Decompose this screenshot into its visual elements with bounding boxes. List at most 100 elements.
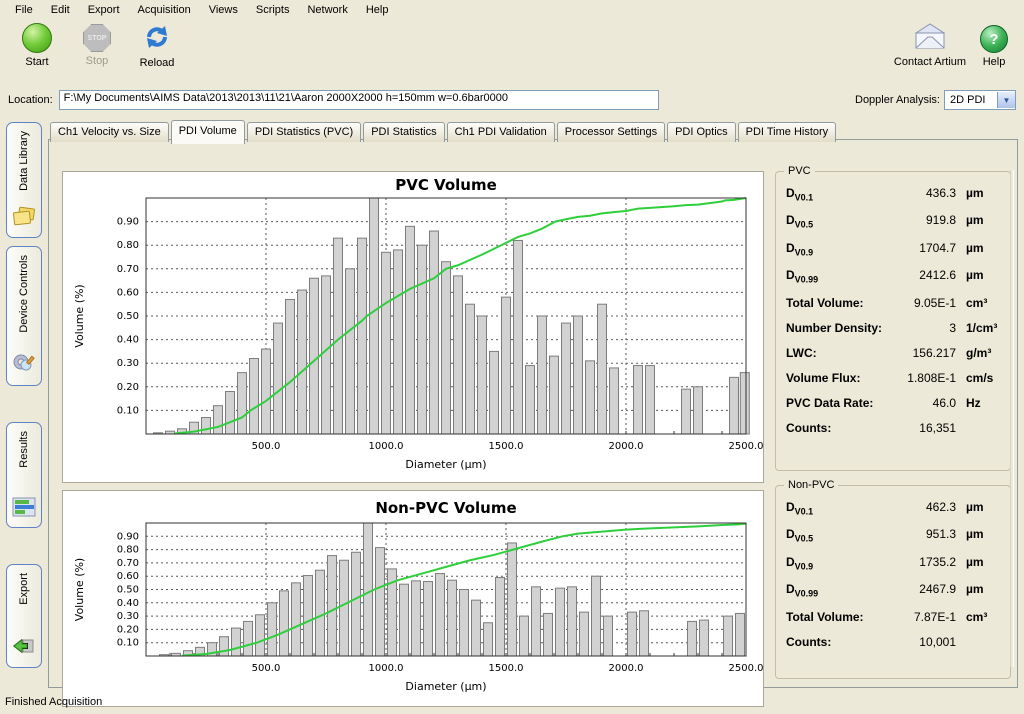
pvc-stat-unit: g/m³ (956, 346, 1000, 360)
tab-pdi-optics[interactable]: PDI Optics (667, 122, 736, 142)
svg-text:0.20: 0.20 (117, 382, 139, 393)
tab-bar: Ch1 Velocity vs. SizePDI VolumePDI Stati… (50, 120, 838, 140)
non-pvc-stat-label: DV0.99 (786, 582, 884, 598)
location-label: Location: (8, 94, 53, 106)
svg-text:500.0: 500.0 (252, 663, 281, 674)
chart-svg: 0.100.200.300.400.500.600.700.800.90500.… (63, 172, 763, 479)
start-button-label: Start (25, 56, 48, 68)
sidebar-item-label: Device Controls (18, 255, 30, 333)
svg-text:1500.0: 1500.0 (489, 441, 524, 452)
pvc-stat-unit: cm/s (956, 371, 1000, 385)
pvc-stat-label: Number Density: (786, 321, 884, 335)
svg-text:Diameter (µm): Diameter (µm) (405, 680, 486, 693)
svg-text:0.70: 0.70 (117, 264, 139, 275)
svg-text:PVC Volume: PVC Volume (395, 176, 497, 194)
chart-pvc-volume: 0.100.200.300.400.500.600.700.800.90500.… (62, 171, 764, 483)
pvc-stat-row: LWC:156.217g/m³ (786, 346, 1000, 360)
menu-item-scripts[interactable]: Scripts (247, 1, 299, 19)
pvc-stat-unit: µm (956, 268, 1000, 282)
non-pvc-stat-label: DV0.5 (786, 527, 884, 543)
sidebar-item-label: Data Library (18, 131, 30, 191)
menu-item-views[interactable]: Views (200, 1, 247, 19)
non-pvc-stat-value: 1735.2 (884, 555, 956, 569)
non-pvc-stat-unit: µm (956, 527, 1000, 541)
pvc-stat-label: LWC: (786, 346, 884, 360)
pvc-stat-row: Total Volume:9.05E-1cm³ (786, 296, 1000, 310)
svg-text:0.50: 0.50 (117, 585, 139, 596)
svg-text:2000.0: 2000.0 (609, 441, 644, 452)
chart-svg: 0.100.200.300.400.500.600.700.800.90500.… (63, 491, 763, 703)
pvc-stat-unit: µm (956, 186, 1000, 200)
non-pvc-stat-value: 10,001 (884, 635, 956, 649)
doppler-analysis-select[interactable]: 2D PDI ▼ (944, 90, 1016, 110)
svg-text:1000.0: 1000.0 (369, 441, 404, 452)
export-arrow-icon (11, 636, 37, 661)
stop-sign-icon: STOP (83, 24, 111, 52)
reload-button-label: Reload (140, 57, 175, 69)
menu-item-export[interactable]: Export (79, 1, 129, 19)
tab-processor-settings[interactable]: Processor Settings (557, 122, 665, 142)
svg-text:0.90: 0.90 (117, 217, 139, 228)
toolbar: Start STOP Stop Reload Contact Artium ? (0, 20, 1024, 87)
envelope-icon (912, 23, 948, 53)
pvc-stat-label: DV0.9 (786, 241, 884, 257)
non-pvc-stat-unit: µm (956, 555, 1000, 569)
pvc-stat-row: DV0.91704.7µm (786, 241, 1000, 257)
svg-text:0.60: 0.60 (117, 287, 139, 298)
non-pvc-stat-label: DV0.9 (786, 555, 884, 571)
reload-button[interactable]: Reload (128, 23, 186, 69)
non-pvc-stat-row: Total Volume:7.87E-1cm³ (786, 610, 1000, 624)
tab-ch1-pdi-validation[interactable]: Ch1 PDI Validation (447, 122, 555, 142)
sidebar-item-results[interactable]: Results (6, 422, 42, 528)
sidebar-item-label: Export (18, 573, 30, 605)
pvc-stat-row: DV0.5919.8µm (786, 213, 1000, 229)
pvc-stat-unit: Hz (956, 396, 1000, 410)
sidebar: Data Library Device Controls Results Export (2, 122, 46, 688)
svg-text:0.90: 0.90 (117, 531, 139, 542)
location-row: Location: F:\My Documents\AIMS Data\2013… (0, 87, 1024, 113)
non-pvc-stat-row: DV0.5951.3µm (786, 527, 1000, 543)
location-input[interactable]: F:\My Documents\AIMS Data\2013\2013\11\2… (59, 90, 659, 110)
tab-ch1-velocity-vs-size[interactable]: Ch1 Velocity vs. Size (50, 122, 169, 142)
menu-item-network[interactable]: Network (298, 1, 356, 19)
menu-item-acquisition[interactable]: Acquisition (129, 1, 200, 19)
menu-item-help[interactable]: Help (357, 1, 398, 19)
chevron-down-icon[interactable]: ▼ (997, 92, 1015, 108)
menu-item-file[interactable]: File (6, 1, 42, 19)
status-bar: Finished Acquisition (0, 693, 1024, 711)
svg-text:Diameter (µm): Diameter (µm) (405, 458, 486, 471)
sidebar-item-device-controls[interactable]: Device Controls (6, 246, 42, 386)
non-pvc-stat-value: 462.3 (884, 500, 956, 514)
svg-text:0.60: 0.60 (117, 571, 139, 582)
start-button[interactable]: Start (8, 23, 66, 68)
help-button[interactable]: ? Help (974, 23, 1014, 68)
tab-pdi-volume[interactable]: PDI Volume (171, 120, 245, 144)
pvc-groupbox: PVCDV0.1436.3µmDV0.5919.8µmDV0.91704.7µm… (775, 171, 1011, 471)
pvc-stat-value: 1.808E-1 (884, 371, 956, 385)
stop-button[interactable]: STOP Stop (68, 23, 126, 67)
svg-text:0.30: 0.30 (117, 358, 139, 369)
pvc-stat-unit: 1/cm³ (956, 321, 1000, 335)
svg-text:2000.0: 2000.0 (609, 663, 644, 674)
pvc-stat-row: Volume Flux:1.808E-1cm/s (786, 371, 1000, 385)
menu-item-edit[interactable]: Edit (42, 1, 79, 19)
non-pvc-group-title: Non-PVC (784, 479, 838, 491)
pvc-stat-value: 919.8 (884, 213, 956, 227)
charts-column: 0.100.200.300.400.500.600.700.800.90500.… (62, 171, 764, 714)
question-mark-icon: ? (980, 25, 1008, 53)
pvc-stat-value: 436.3 (884, 186, 956, 200)
pvc-stat-label: Volume Flux: (786, 371, 884, 385)
non-pvc-stat-unit: µm (956, 582, 1000, 596)
pvc-stat-unit: cm³ (956, 296, 1000, 310)
pvc-group-title: PVC (784, 165, 815, 177)
tab-pdi-statistics[interactable]: PDI Statistics (363, 122, 444, 142)
sidebar-item-data-library[interactable]: Data Library (6, 122, 42, 238)
contact-artium-button[interactable]: Contact Artium (888, 23, 972, 68)
sidebar-item-export[interactable]: Export (6, 564, 42, 668)
non-pvc-stat-label: DV0.1 (786, 500, 884, 516)
tab-pdi-time-history[interactable]: PDI Time History (738, 122, 837, 142)
svg-text:0.30: 0.30 (117, 611, 139, 622)
pvc-stat-row: PVC Data Rate:46.0Hz (786, 396, 1000, 410)
non-pvc-groupbox: Non-PVCDV0.1462.3µmDV0.5951.3µmDV0.91735… (775, 485, 1011, 679)
tab-pdi-statistics-pvc-[interactable]: PDI Statistics (PVC) (247, 122, 361, 142)
